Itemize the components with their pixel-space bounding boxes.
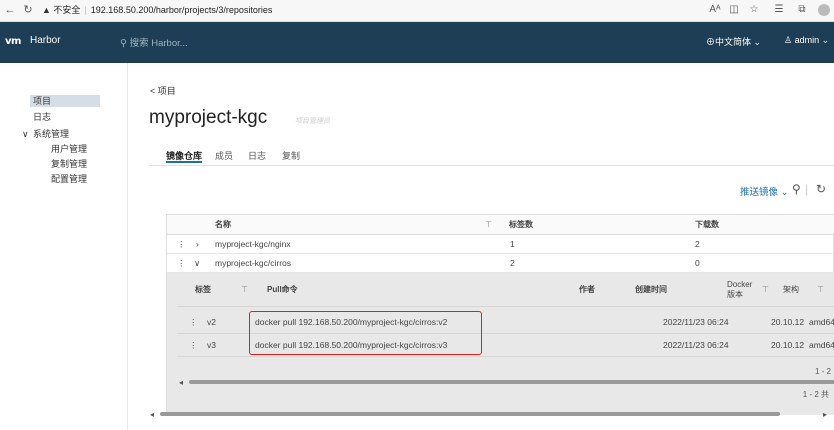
reload-icon[interactable]: ↻ — [21, 3, 35, 17]
browser-toolbar: ← ↻ ▲ 不安全 | 192.168.50.200/harbor/projects… — [0, 0, 834, 22]
push-image-button[interactable]: 推送镜像 ⌄ — [740, 184, 789, 198]
tag-name[interactable]: v2 — [207, 311, 216, 334]
repo-pagination: 1 - 2 共 — [802, 390, 829, 399]
column-author[interactable]: 作者 — [579, 285, 595, 295]
tag-count: 1 — [510, 239, 515, 249]
scroll-left-icon[interactable]: ◂ — [150, 410, 154, 419]
toolbar-divider: | — [805, 182, 809, 196]
breadcrumb[interactable]: < 项目 — [150, 84, 176, 97]
sidebar-item-projects[interactable]: 项目 — [30, 95, 100, 107]
tag-count: 2 — [510, 258, 515, 268]
chevron-down-icon: ⌄ — [751, 37, 762, 47]
architecture: amd64 — [809, 317, 834, 327]
created-time: 2022/11/23 06:24 — [663, 340, 729, 350]
filter-icon[interactable]: ⊤ — [817, 285, 824, 295]
repo-name[interactable]: myproject-kgc/nginx — [215, 235, 291, 254]
column-created[interactable]: 创建时间 — [635, 285, 667, 295]
docker-version: 20.10.12 — [771, 340, 805, 350]
sidebar-expand-icon[interactable]: ∨ — [22, 128, 29, 140]
pull-count: 2 — [695, 239, 700, 249]
page-scrollbar[interactable] — [160, 412, 780, 416]
breadcrumb-projects: 项目 — [157, 86, 176, 96]
collections-icon[interactable]: ⧉ — [795, 3, 809, 17]
app-header: vm Harbor ⚲ 搜索 Harbor... ⊕中文简体 ⌄ ♙ admin… — [0, 22, 834, 63]
url-text: 192.168.50.200/harbor/projects/3/reposit… — [90, 5, 273, 15]
row-menu-icon[interactable]: ⋮ — [189, 334, 198, 357]
security-label: 不安全 — [53, 5, 81, 15]
filter-icon[interactable]: ⊤ — [241, 285, 248, 295]
sidebar-item-config[interactable]: 配置管理 — [51, 173, 87, 185]
user-menu[interactable]: ♙ admin ⌄ — [784, 35, 829, 46]
search-placeholder: 搜索 Harbor... — [129, 38, 188, 49]
tab-repositories[interactable]: 镜像仓库 — [166, 149, 203, 163]
push-image-label: 推送镜像 — [740, 187, 779, 198]
architecture: amd64 — [809, 340, 834, 350]
row-menu-icon[interactable]: ⋮ — [189, 311, 198, 334]
language-selector[interactable]: ⊕中文简体 ⌄ — [706, 35, 761, 48]
vmware-logo: vm — [5, 36, 21, 47]
highlight-box — [249, 311, 482, 355]
tag-pagination: 1 - 2 — [814, 367, 831, 376]
repo-name[interactable]: myproject-kgc/cirros — [215, 254, 291, 273]
favorites-list-icon[interactable]: ☰ — [772, 3, 786, 17]
page-title: myproject-kgc — [149, 107, 268, 128]
search-icon[interactable]: ⚲ — [792, 182, 801, 196]
refresh-icon[interactable]: ↻ — [816, 182, 826, 196]
project-role: 项目管理员 — [295, 118, 330, 125]
pull-count: 0 — [695, 258, 700, 268]
global-search[interactable]: ⚲ 搜索 Harbor... — [120, 35, 188, 49]
expand-chevron-icon[interactable]: › — [196, 235, 199, 254]
tag-table-scrollbar[interactable] — [189, 380, 834, 384]
warning-icon: ▲ — [42, 5, 54, 15]
favorite-star-icon[interactable]: ☆ — [747, 3, 761, 17]
sidebar-item-logs[interactable]: 日志 — [33, 111, 51, 123]
scroll-left-icon[interactable]: ◂ — [179, 378, 183, 387]
user-name: admin — [794, 35, 820, 45]
column-tags[interactable]: 标签数 — [509, 215, 533, 235]
column-docker-version: 版本 — [727, 290, 743, 299]
tab-divider — [149, 165, 834, 166]
filter-icon[interactable]: ⊤ — [762, 285, 769, 295]
user-icon: ♙ — [784, 35, 795, 45]
address-bar[interactable]: ▲ 不安全 | 192.168.50.200/harbor/projects/3/r… — [42, 3, 272, 18]
sidebar-item-admin[interactable]: 系统管理 — [33, 128, 69, 140]
table-row[interactable]: ⋮ › myproject-kgc/nginx 1 2 — [167, 235, 834, 254]
table-row[interactable]: ⋮ ∨ myproject-kgc/cirros 2 0 — [167, 254, 834, 273]
created-time: 2022/11/23 06:24 — [663, 317, 729, 327]
tag-table-header: 标签 ⊤ Pull命令 作者 创建时间 Docker 版本 ⊤ 架构 ⊤ — [177, 273, 834, 307]
tag-name[interactable]: v3 — [207, 334, 216, 357]
tab-logs[interactable]: 日志 — [248, 149, 266, 163]
table-header: 名称 ⊤ 标签数 下载数 — [167, 215, 834, 235]
row-menu-icon[interactable]: ⋮ — [177, 254, 186, 273]
docker-version: 20.10.12 — [771, 317, 805, 327]
filter-icon[interactable]: ⊤ — [485, 215, 492, 235]
tab-members[interactable]: 成员 — [215, 149, 233, 163]
globe-icon: ⊕ — [706, 37, 716, 47]
back-arrow-icon[interactable]: ← — [3, 3, 17, 17]
column-pull-command[interactable]: Pull命令 — [267, 285, 298, 295]
language-label: 中文简体 — [715, 37, 752, 47]
chevron-down-icon: ⌄ — [819, 35, 830, 45]
brand-name[interactable]: Harbor — [30, 35, 61, 46]
profile-avatar[interactable] — [818, 4, 830, 16]
collapse-chevron-icon[interactable]: ∨ — [194, 254, 200, 273]
row-menu-icon[interactable]: ⋮ — [177, 235, 186, 254]
column-docker[interactable]: Docker — [727, 280, 752, 290]
sidebar — [0, 63, 128, 430]
column-arch[interactable]: 架构 — [783, 285, 799, 295]
split-screen-icon[interactable]: ◫ — [727, 3, 741, 17]
read-aloud-icon[interactable]: Aᴬ — [708, 3, 722, 17]
sidebar-item-users[interactable]: 用户管理 — [51, 143, 87, 155]
sidebar-item-replication[interactable]: 复制管理 — [51, 158, 87, 170]
column-name[interactable]: 名称 — [215, 215, 231, 235]
search-icon: ⚲ — [120, 38, 130, 49]
tab-replication[interactable]: 复制 — [282, 149, 300, 163]
scroll-right-icon[interactable]: ▸ — [823, 410, 827, 419]
column-tag[interactable]: 标签 — [195, 285, 211, 295]
column-pulls[interactable]: 下载数 — [695, 215, 719, 235]
